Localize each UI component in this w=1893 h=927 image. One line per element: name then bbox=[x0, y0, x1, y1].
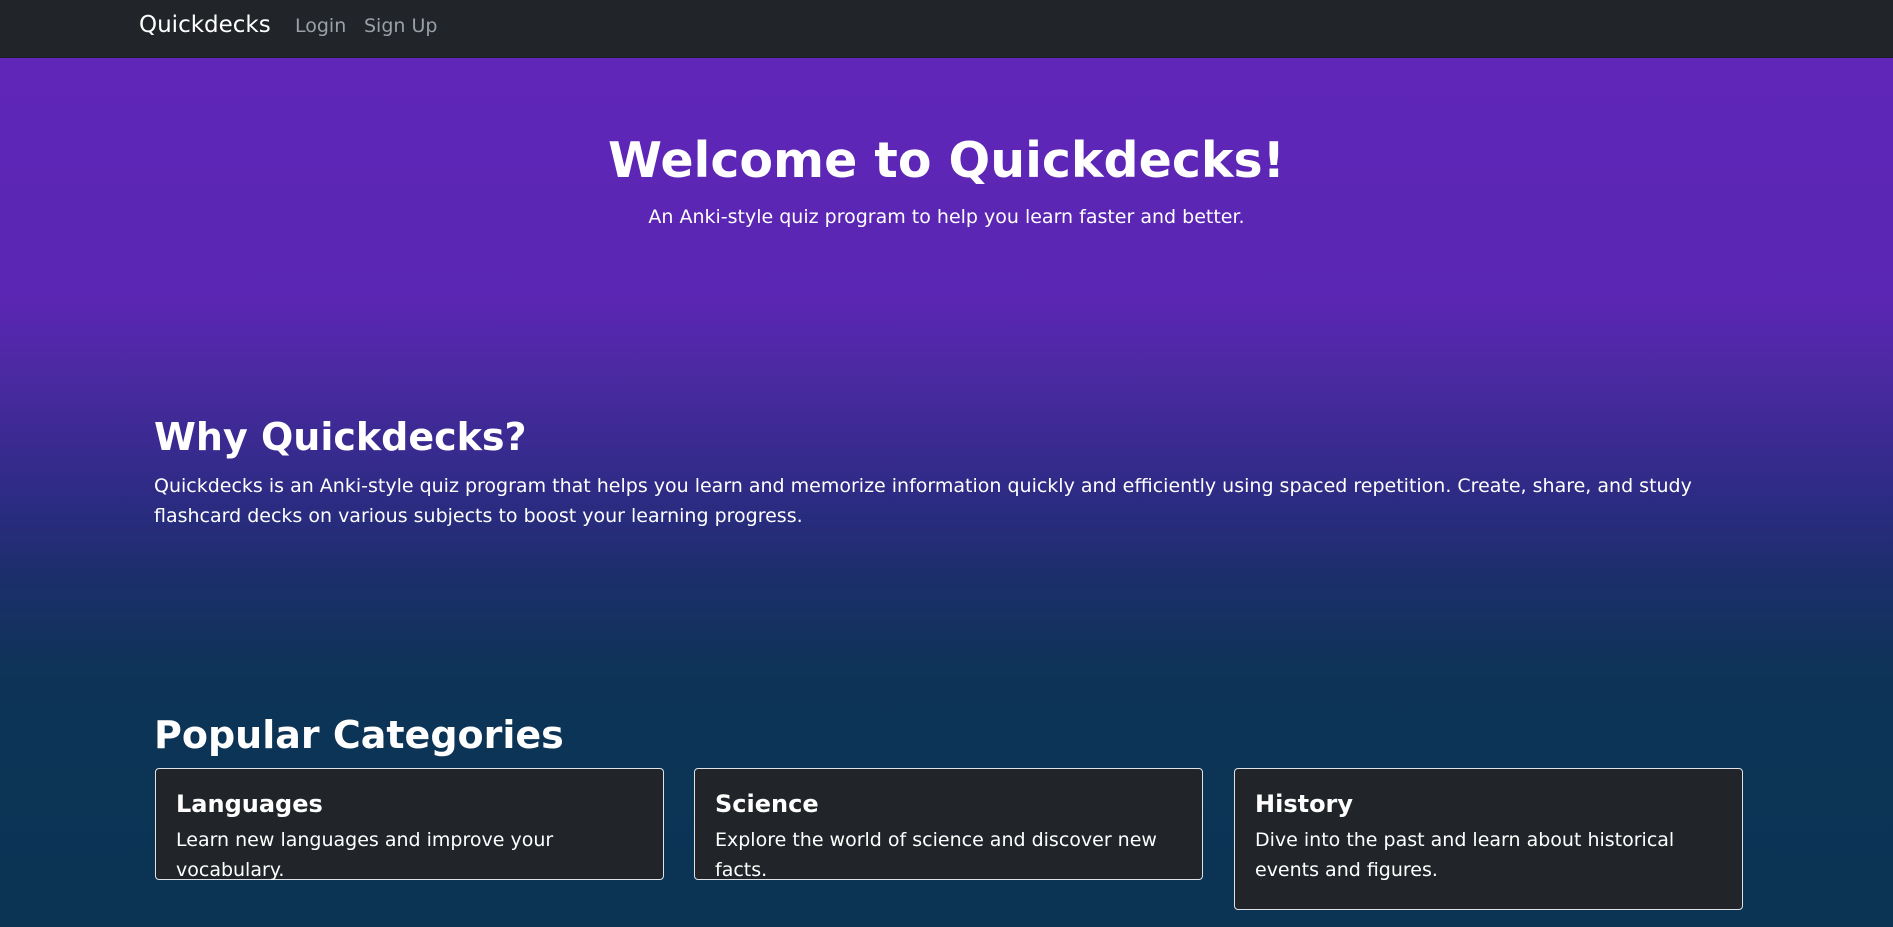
hero-subtitle: An Anki-style quiz program to help you l… bbox=[648, 206, 1245, 228]
category-card-history[interactable]: History Dive into the past and learn abo… bbox=[1234, 768, 1743, 910]
nav-login-link[interactable]: Login bbox=[295, 14, 346, 38]
category-card-science[interactable]: Science Explore the world of science and… bbox=[694, 768, 1203, 881]
category-card-languages[interactable]: Languages Learn new languages and improv… bbox=[155, 768, 664, 881]
nav-signup-link[interactable]: Sign Up bbox=[364, 14, 437, 38]
hero-title: Welcome to Quickdecks! bbox=[608, 132, 1285, 189]
category-card-title: Languages bbox=[176, 790, 323, 818]
category-card-text: Dive into the past and learn about histo… bbox=[1255, 829, 1675, 881]
why-description: Quickdecks is an Anki-style quiz program… bbox=[154, 475, 1692, 527]
brand-link[interactable]: Quickdecks bbox=[139, 12, 271, 38]
categories-title: Popular Categories bbox=[154, 713, 564, 757]
why-title: Why Quickdecks? bbox=[154, 415, 527, 459]
category-card-text: Explore the world of science and discove… bbox=[715, 829, 1157, 881]
category-card-title: Science bbox=[715, 790, 819, 818]
top-navbar: Quickdecks Login Sign Up bbox=[0, 0, 1893, 58]
category-card-text: Learn new languages and improve your voc… bbox=[176, 829, 554, 881]
category-card-title: History bbox=[1255, 790, 1354, 818]
